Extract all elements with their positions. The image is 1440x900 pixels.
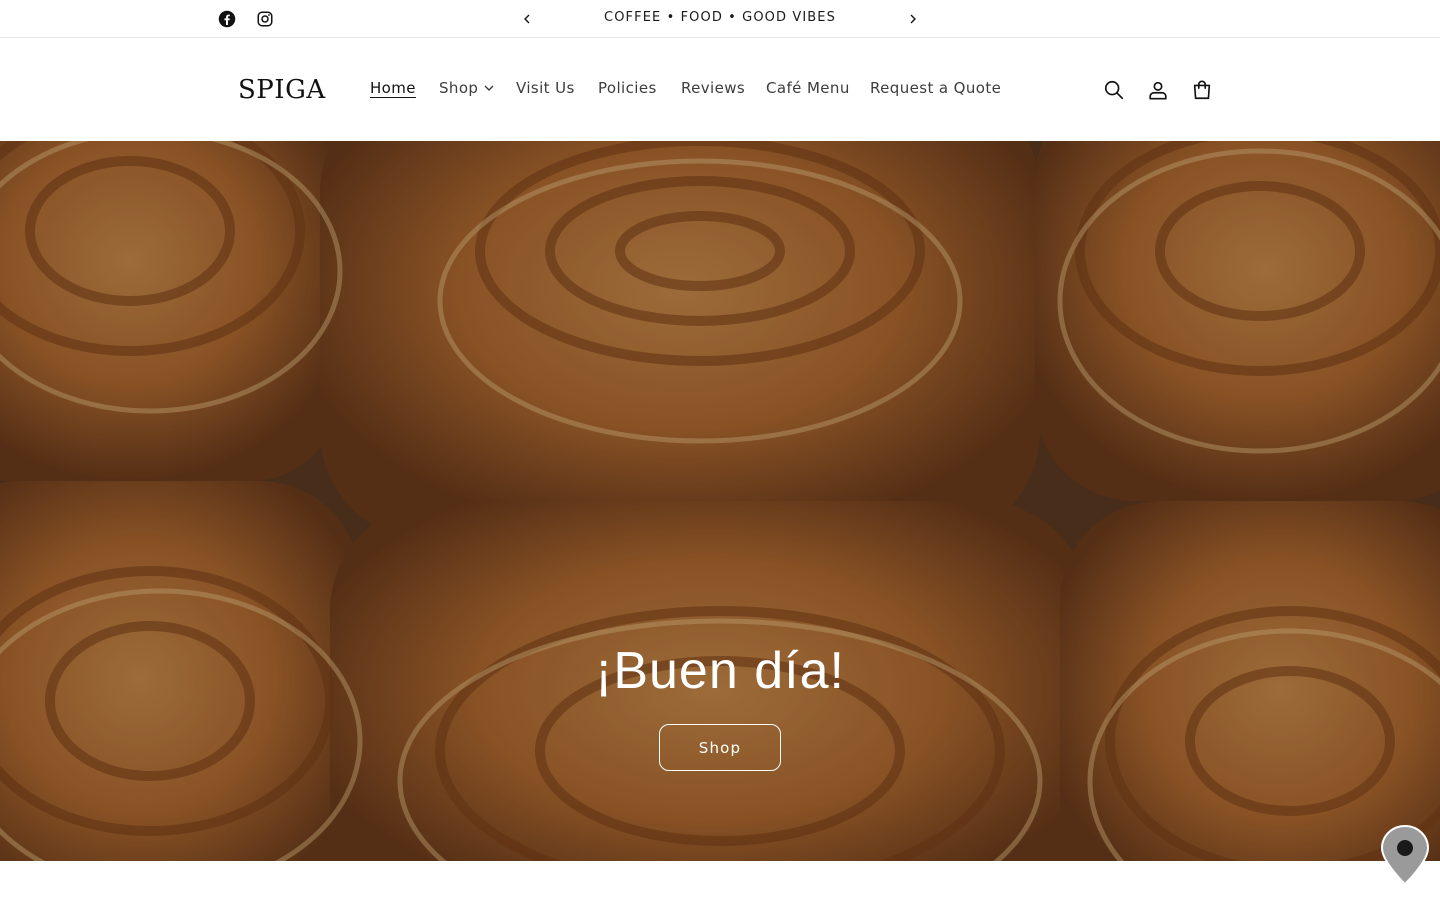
map-pin-icon[interactable] <box>1380 824 1430 886</box>
nav-request-quote-label: Request a Quote <box>870 79 1002 97</box>
nav-visit-us[interactable]: Visit Us <box>516 79 575 97</box>
nav-policies-label: Policies <box>598 79 657 97</box>
site-header: SPIGA Home Shop Visit Us Policies Review… <box>0 39 1440 141</box>
search-icon[interactable] <box>1101 77 1127 103</box>
nav-cafe-menu-label: Café Menu <box>766 79 850 97</box>
nav-visit-us-label: Visit Us <box>516 79 575 97</box>
announcement-bar: COFFEE • FOOD • GOOD VIBES <box>0 0 1440 38</box>
hero-title: ¡Buen día! <box>595 642 845 700</box>
nav-cafe-menu[interactable]: Café Menu <box>766 79 850 97</box>
chevron-down-icon <box>484 85 494 91</box>
hero-banner: ¡Buen día! Shop <box>0 141 1440 861</box>
nav-reviews-label: Reviews <box>681 79 746 97</box>
nav-policies[interactable]: Policies <box>598 79 657 97</box>
instagram-icon[interactable] <box>255 9 275 29</box>
nav-shop-label: Shop <box>439 79 479 97</box>
facebook-icon[interactable] <box>217 9 237 29</box>
chevron-right-icon[interactable] <box>903 9 923 29</box>
site-logo[interactable]: SPIGA <box>238 75 326 105</box>
nav-home[interactable]: Home <box>370 79 416 97</box>
shop-button[interactable]: Shop <box>659 724 781 771</box>
cart-icon[interactable] <box>1189 77 1215 103</box>
announcement-text: COFFEE • FOOD • GOOD VIBES <box>604 10 836 25</box>
nav-reviews[interactable]: Reviews <box>681 79 745 97</box>
nav-request-quote[interactable]: Request a Quote <box>870 79 1001 97</box>
chevron-left-icon[interactable] <box>517 9 537 29</box>
nav-shop[interactable]: Shop <box>439 79 494 97</box>
nav-home-label: Home <box>370 79 416 97</box>
account-icon[interactable] <box>1145 77 1171 103</box>
